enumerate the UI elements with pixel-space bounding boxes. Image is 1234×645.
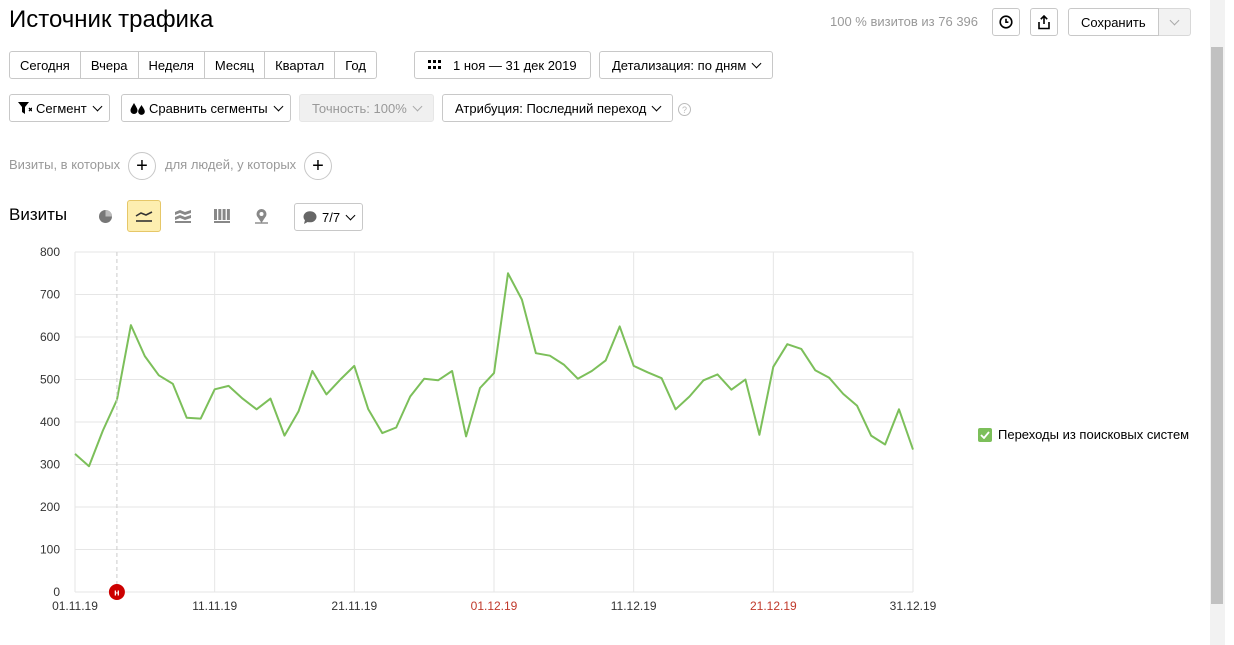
chevron-down-icon — [273, 101, 284, 111]
y-tick-label: 400 — [40, 415, 60, 429]
x-tick-label: 01.12.19 — [471, 599, 518, 613]
y-axis-ticks: 0 100 200 300 400 500 600 700 800 — [40, 245, 60, 599]
annotation-marker-label: н — [114, 588, 119, 598]
line-chart-view-button[interactable] — [127, 200, 161, 232]
chevron-down-icon — [412, 101, 423, 111]
accuracy-label: Точность: 100% — [312, 100, 407, 116]
add-visit-condition-button[interactable]: + — [128, 152, 156, 180]
drops-icon — [130, 102, 145, 115]
calendar-icon — [428, 60, 441, 69]
legend-label: Переходы из поисковых систем — [998, 427, 1190, 442]
visits-condition-label: Визиты, в которых — [9, 157, 121, 172]
x-tick-label: 11.12.19 — [611, 599, 657, 613]
people-condition-label: для людей, у которых — [165, 157, 297, 172]
y-tick-label: 0 — [53, 585, 60, 599]
period-buttons: Сегодня Вчера Неделя Месяц Квартал Год — [9, 51, 377, 79]
legend-checkbox[interactable] — [978, 427, 992, 442]
x-tick-label: 31.12.19 — [890, 599, 937, 613]
chart-marker: н — [108, 252, 125, 600]
y-tick-label: 100 — [40, 543, 60, 557]
y-tick-label: 800 — [40, 245, 60, 259]
area-chart-icon — [175, 210, 191, 223]
area-chart-view-button[interactable] — [167, 201, 199, 231]
period-yesterday-button[interactable]: Вчера — [79, 51, 139, 79]
period-quarter-button[interactable]: Квартал — [264, 51, 336, 79]
chart-grid — [74, 251, 914, 593]
add-people-condition-button[interactable]: + — [304, 152, 332, 180]
checkmark-icon — [980, 430, 990, 439]
x-tick-label: 21.11.19 — [331, 599, 377, 613]
map-icon — [254, 209, 268, 224]
help-icon[interactable]: ? — [678, 103, 691, 116]
history-button[interactable] — [992, 8, 1020, 36]
accuracy-dropdown[interactable]: Точность: 100% — [299, 94, 434, 122]
period-month-button[interactable]: Месяц — [203, 51, 266, 79]
y-tick-label: 700 — [40, 288, 60, 302]
x-tick-label: 11.11.19 — [192, 599, 237, 613]
annotations-count: 7/7 — [322, 209, 341, 225]
x-tick-label: 21.12.19 — [750, 599, 797, 613]
y-tick-label: 500 — [40, 373, 60, 387]
x-tick-label: 01.11.19 — [52, 599, 98, 613]
detail-dropdown[interactable]: Детализация: по дням — [599, 51, 774, 79]
chevron-down-icon — [651, 101, 662, 111]
annotations-dropdown[interactable]: 7/7 — [294, 203, 364, 231]
attribution-label: Атрибуция: Последний переход — [455, 100, 647, 116]
x-axis-ticks: 01.11.19 11.11.19 21.11.19 01.12.19 11.12.19… — [52, 599, 937, 613]
period-week-button[interactable]: Неделя — [137, 51, 205, 79]
save-options-button[interactable] — [1158, 8, 1191, 36]
export-button[interactable] — [1030, 8, 1058, 36]
period-today-button[interactable]: Сегодня — [9, 51, 81, 79]
chevron-down-icon — [1169, 15, 1180, 25]
pie-chart-icon — [98, 209, 112, 223]
scrollbar-thumb[interactable] — [1211, 47, 1223, 604]
date-range-button[interactable]: 1 ноя — 31 дек 2019 — [414, 51, 591, 79]
filter-icon — [18, 102, 32, 114]
compare-segments-dropdown[interactable]: Сравнить сегменты — [121, 94, 291, 122]
segment-label: Сегмент — [36, 100, 87, 116]
save-group: Сохранить — [1068, 8, 1191, 36]
segment-dropdown[interactable]: Сегмент — [9, 94, 110, 122]
pie-chart-view-button[interactable] — [89, 201, 121, 231]
attribution-dropdown[interactable]: Атрибуция: Последний переход — [442, 94, 674, 122]
bar-chart-view-button[interactable] — [206, 201, 238, 231]
period-year-button[interactable]: Год — [334, 51, 377, 79]
map-view-button[interactable] — [245, 201, 277, 231]
comment-icon — [303, 210, 317, 224]
y-tick-label: 600 — [40, 330, 60, 344]
visits-line-chart: 0 100 200 300 400 500 600 700 800 01.11.19 11.11.… — [40, 245, 937, 613]
y-tick-label: 200 — [40, 500, 60, 514]
share-icon — [1038, 14, 1050, 29]
y-tick-label: 300 — [40, 458, 60, 472]
save-button[interactable]: Сохранить — [1068, 8, 1159, 36]
date-range-label: 1 ноя — 31 дек 2019 — [453, 57, 577, 73]
chevron-down-icon — [92, 101, 103, 111]
chart-legend[interactable]: Переходы из поисковых систем — [978, 427, 1189, 442]
chevron-down-icon — [345, 210, 356, 220]
chevron-down-icon — [751, 58, 762, 68]
compare-segments-label: Сравнить сегменты — [149, 100, 268, 116]
bar-chart-icon — [214, 209, 230, 223]
line-chart-icon — [135, 211, 153, 222]
visits-info: 100 % визитов из 76 396 — [830, 14, 979, 29]
chart-title: Визиты — [9, 205, 68, 224]
page-title: Источник трафика — [9, 6, 214, 33]
clock-icon — [999, 15, 1013, 29]
detail-label: Детализация: по дням — [612, 57, 747, 73]
